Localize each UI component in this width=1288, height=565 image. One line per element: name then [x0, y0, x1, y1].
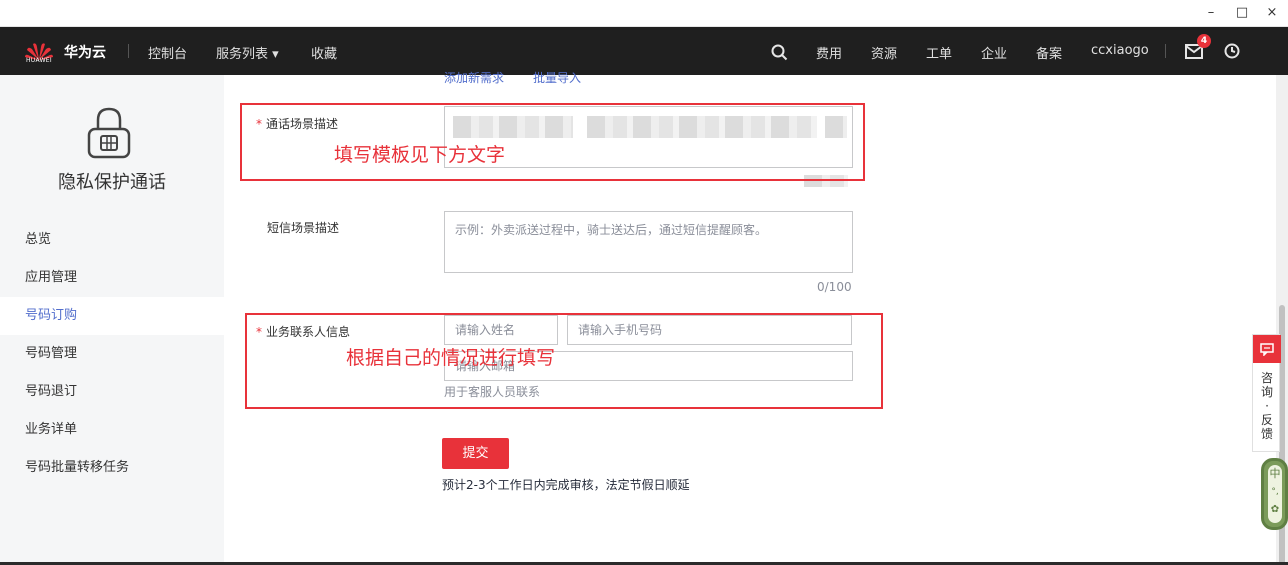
top-navigation: HUAWEI 华为云 控制台 服务列表 ▾ 收藏 费用 资源 工单 企业 备案 …: [0, 27, 1288, 75]
privacy-lock-icon: [87, 107, 131, 159]
nav-divider: [128, 44, 129, 58]
search-icon[interactable]: [771, 44, 788, 61]
annotation-call-scene-note: 填写模板见下方文字: [334, 144, 506, 166]
sidebar-item-number-management[interactable]: 号码管理: [0, 335, 224, 373]
minimize-button[interactable]: –: [1196, 3, 1226, 23]
ime-moon-icon: °,: [1271, 487, 1279, 497]
feedback-char: 询: [1260, 385, 1273, 399]
ime-widget[interactable]: 中 °, ✿: [1261, 458, 1288, 530]
ime-settings-icon: ✿: [1270, 504, 1280, 515]
sidebar-item-batch-transfer[interactable]: 号码批量转移任务: [0, 449, 224, 487]
nav-enterprise[interactable]: 企业: [981, 43, 1007, 62]
annotation-contact-note: 根据自己的情况进行填写: [346, 347, 556, 369]
annotation-box-contact: [245, 313, 883, 409]
sms-scene-counter: 0/100: [817, 280, 852, 294]
feedback-char: 馈: [1260, 427, 1273, 441]
chat-bubble-icon: [1260, 342, 1274, 356]
ime-mode-label: 中: [1269, 467, 1281, 480]
sidebar-item-business-details[interactable]: 业务详单: [0, 411, 224, 449]
nav-ticket[interactable]: 工单: [926, 43, 952, 62]
maximize-button[interactable]: □: [1227, 3, 1257, 23]
message-count-badge: 4: [1197, 34, 1211, 48]
nav-console[interactable]: 控制台: [148, 43, 187, 62]
sidebar-title: 隐私保护通话: [58, 172, 166, 193]
sidebar-item-overview[interactable]: 总览: [0, 221, 224, 259]
nav-cost[interactable]: 费用: [816, 43, 842, 62]
feedback-char: 咨: [1260, 371, 1273, 385]
nav-favorites[interactable]: 收藏: [311, 43, 337, 62]
nav-services-dropdown[interactable]: 服务列表 ▾: [216, 43, 279, 62]
add-new-link[interactable]: 添加新需求: [444, 69, 504, 86]
feedback-label[interactable]: 咨 询 · 反 馈: [1253, 363, 1281, 441]
sms-scene-textarea[interactable]: 示例：外卖派送过程中，骑士送达后，通过短信提醒顾客。: [444, 211, 853, 273]
sidebar-item-number-order[interactable]: 号码订购: [0, 297, 224, 335]
batch-import-link[interactable]: 批量导入: [533, 69, 581, 86]
submit-button[interactable]: 提交: [442, 438, 509, 469]
window-titlebar: – □ ×: [0, 0, 1288, 27]
brand-name[interactable]: 华为云: [64, 42, 106, 62]
nav-username[interactable]: ccxiaogo: [1091, 43, 1149, 58]
feedback-char: 反: [1260, 413, 1273, 427]
nav-divider: [1165, 44, 1166, 58]
nav-resources[interactable]: 资源: [871, 43, 897, 62]
nav-filing[interactable]: 备案: [1036, 43, 1062, 62]
sidebar-item-number-unsubscribe[interactable]: 号码退订: [0, 373, 224, 411]
logo-text: HUAWEI: [26, 57, 52, 64]
feedback-char: ·: [1265, 399, 1269, 413]
feedback-widget[interactable]: 咨 询 · 反 馈: [1252, 334, 1281, 452]
review-note: 预计2-3个工作日内完成审核，法定节假日顺延: [442, 478, 690, 492]
sidebar: 隐私保护通话 总览 应用管理 号码订购 号码管理 号码退订 业务详单 号码批量转…: [0, 75, 224, 565]
sms-scene-label: 短信场景描述: [267, 221, 340, 235]
clock-icon[interactable]: [1224, 43, 1240, 59]
ime-status: 中 °, ✿: [1268, 465, 1282, 523]
chat-icon[interactable]: [1253, 335, 1281, 363]
sidebar-item-app-management[interactable]: 应用管理: [0, 259, 224, 297]
close-button[interactable]: ×: [1257, 3, 1287, 23]
